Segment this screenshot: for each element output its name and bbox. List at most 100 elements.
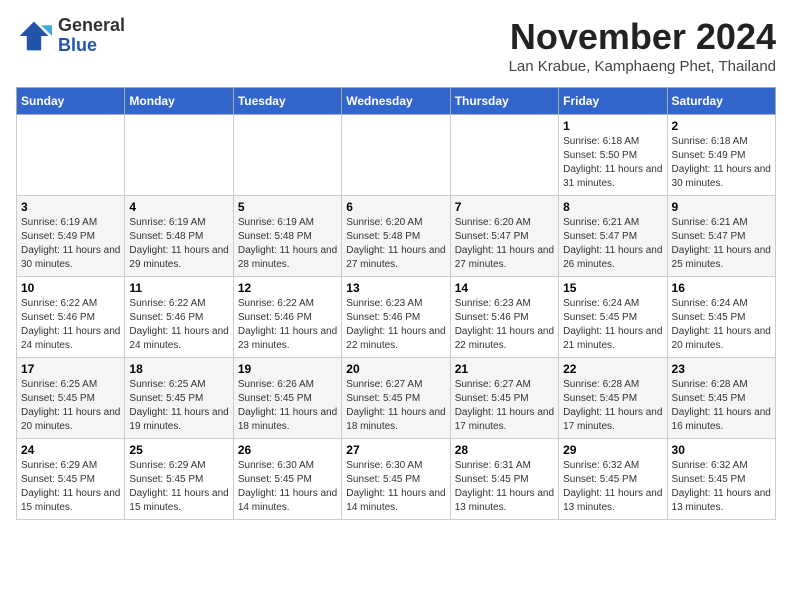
calendar-cell-2-4: 6 Sunrise: 6:20 AM Sunset: 5:48 PM Daylig… xyxy=(342,196,450,277)
day-number: 28 xyxy=(455,443,554,457)
calendar-cell-4-4: 20 Sunrise: 6:27 AM Sunset: 5:45 PM Dayli… xyxy=(342,358,450,439)
day-number: 29 xyxy=(563,443,662,457)
calendar-cell-4-6: 22 Sunrise: 6:28 AM Sunset: 5:45 PM Dayli… xyxy=(559,358,667,439)
day-info: Sunrise: 6:31 AM Sunset: 5:45 PM Dayligh… xyxy=(455,459,554,515)
day-number: 5 xyxy=(238,200,337,214)
day-info: Sunrise: 6:21 AM Sunset: 5:47 PM Dayligh… xyxy=(563,216,662,272)
day-info: Sunrise: 6:25 AM Sunset: 5:45 PM Dayligh… xyxy=(129,378,228,434)
day-info: Sunrise: 6:21 AM Sunset: 5:47 PM Dayligh… xyxy=(672,216,771,272)
day-info: Sunrise: 6:19 AM Sunset: 5:48 PM Dayligh… xyxy=(129,216,228,272)
logo-text: General Blue xyxy=(58,16,125,56)
calendar-cell-4-2: 18 Sunrise: 6:25 AM Sunset: 5:45 PM Dayli… xyxy=(125,358,233,439)
calendar-cell-4-7: 23 Sunrise: 6:28 AM Sunset: 5:45 PM Dayli… xyxy=(667,358,775,439)
day-number: 12 xyxy=(238,281,337,295)
day-number: 27 xyxy=(346,443,445,457)
day-number: 17 xyxy=(21,362,120,376)
calendar-cell-2-7: 9Sunrise: 6:21 AM Sunset: 5:47 PM Daylig… xyxy=(667,196,775,277)
day-info: Sunrise: 6:25 AM Sunset: 5:45 PM Dayligh… xyxy=(21,378,120,434)
day-number: 14 xyxy=(455,281,554,295)
day-number: 21 xyxy=(455,362,554,376)
logo-general-text: General xyxy=(58,16,125,36)
day-number: 19 xyxy=(238,362,337,376)
calendar-cell-4-5: 21 Sunrise: 6:27 AM Sunset: 5:45 PM Dayli… xyxy=(450,358,558,439)
weekday-header-row: SundayMondayTuesdayWednesdayThursdayFrid… xyxy=(17,88,776,115)
calendar-cell-2-2: 4 Sunrise: 6:19 AM Sunset: 5:48 PM Daylig… xyxy=(125,196,233,277)
calendar-cell-2-3: 5 Sunrise: 6:19 AM Sunset: 5:48 PM Daylig… xyxy=(233,196,341,277)
calendar-cell-3-3: 12Sunrise: 6:22 AM Sunset: 5:46 PM Dayli… xyxy=(233,277,341,358)
day-number: 13 xyxy=(346,281,445,295)
day-number: 25 xyxy=(129,443,228,457)
calendar-cell-1-7: 2Sunrise: 6:18 AM Sunset: 5:49 PM Daylig… xyxy=(667,115,775,196)
calendar-cell-3-4: 13Sunrise: 6:23 AM Sunset: 5:46 PM Dayli… xyxy=(342,277,450,358)
day-info: Sunrise: 6:32 AM Sunset: 5:45 PM Dayligh… xyxy=(563,459,662,515)
day-info: Sunrise: 6:27 AM Sunset: 5:45 PM Dayligh… xyxy=(455,378,554,434)
weekday-header-friday: Friday xyxy=(559,88,667,115)
title-area: November 2024 Lan Krabue, Kamphaeng Phet… xyxy=(509,16,776,75)
day-number: 20 xyxy=(346,362,445,376)
day-number: 16 xyxy=(672,281,771,295)
day-info: Sunrise: 6:18 AM Sunset: 5:50 PM Dayligh… xyxy=(563,135,662,191)
calendar-cell-1-1 xyxy=(17,115,125,196)
day-number: 18 xyxy=(129,362,228,376)
day-info: Sunrise: 6:29 AM Sunset: 5:45 PM Dayligh… xyxy=(21,459,120,515)
week-row-5: 24 Sunrise: 6:29 AM Sunset: 5:45 PM Dayli… xyxy=(17,439,776,520)
day-number: 23 xyxy=(672,362,771,376)
location-title: Lan Krabue, Kamphaeng Phet, Thailand xyxy=(509,58,776,75)
calendar-cell-3-6: 15Sunrise: 6:24 AM Sunset: 5:45 PM Dayli… xyxy=(559,277,667,358)
week-row-4: 17 Sunrise: 6:25 AM Sunset: 5:45 PM Dayli… xyxy=(17,358,776,439)
day-number: 7 xyxy=(455,200,554,214)
calendar-cell-2-6: 8 Sunrise: 6:21 AM Sunset: 5:47 PM Daylig… xyxy=(559,196,667,277)
weekday-header-wednesday: Wednesday xyxy=(342,88,450,115)
calendar-cell-5-1: 24 Sunrise: 6:29 AM Sunset: 5:45 PM Dayli… xyxy=(17,439,125,520)
day-info: Sunrise: 6:24 AM Sunset: 5:45 PM Dayligh… xyxy=(672,297,771,353)
month-title: November 2024 xyxy=(509,16,776,58)
day-number: 8 xyxy=(563,200,662,214)
day-info: Sunrise: 6:23 AM Sunset: 5:46 PM Dayligh… xyxy=(455,297,554,353)
calendar-cell-4-1: 17 Sunrise: 6:25 AM Sunset: 5:45 PM Dayli… xyxy=(17,358,125,439)
day-number: 10 xyxy=(21,281,120,295)
logo: General Blue xyxy=(16,16,125,56)
day-number: 6 xyxy=(346,200,445,214)
day-number: 1 xyxy=(563,119,662,133)
day-info: Sunrise: 6:20 AM Sunset: 5:48 PM Dayligh… xyxy=(346,216,445,272)
calendar-cell-2-5: 7 Sunrise: 6:20 AM Sunset: 5:47 PM Daylig… xyxy=(450,196,558,277)
day-info: Sunrise: 6:19 AM Sunset: 5:48 PM Dayligh… xyxy=(238,216,337,272)
day-info: Sunrise: 6:28 AM Sunset: 5:45 PM Dayligh… xyxy=(563,378,662,434)
week-row-2: 3 Sunrise: 6:19 AM Sunset: 5:49 PM Daylig… xyxy=(17,196,776,277)
day-info: Sunrise: 6:22 AM Sunset: 5:46 PM Dayligh… xyxy=(21,297,120,353)
day-info: Sunrise: 6:30 AM Sunset: 5:45 PM Dayligh… xyxy=(238,459,337,515)
calendar-cell-5-5: 28 Sunrise: 6:31 AM Sunset: 5:45 PM Dayli… xyxy=(450,439,558,520)
calendar-cell-5-6: 29 Sunrise: 6:32 AM Sunset: 5:45 PM Dayli… xyxy=(559,439,667,520)
calendar-cell-4-3: 19Sunrise: 6:26 AM Sunset: 5:45 PM Dayli… xyxy=(233,358,341,439)
day-info: Sunrise: 6:28 AM Sunset: 5:45 PM Dayligh… xyxy=(672,378,771,434)
calendar-cell-5-7: 30Sunrise: 6:32 AM Sunset: 5:45 PM Dayli… xyxy=(667,439,775,520)
weekday-header-saturday: Saturday xyxy=(667,88,775,115)
day-info: Sunrise: 6:22 AM Sunset: 5:46 PM Dayligh… xyxy=(129,297,228,353)
weekday-header-sunday: Sunday xyxy=(17,88,125,115)
day-info: Sunrise: 6:30 AM Sunset: 5:45 PM Dayligh… xyxy=(346,459,445,515)
day-number: 11 xyxy=(129,281,228,295)
day-number: 24 xyxy=(21,443,120,457)
day-number: 3 xyxy=(21,200,120,214)
day-info: Sunrise: 6:19 AM Sunset: 5:49 PM Dayligh… xyxy=(21,216,120,272)
day-number: 22 xyxy=(563,362,662,376)
day-info: Sunrise: 6:18 AM Sunset: 5:49 PM Dayligh… xyxy=(672,135,771,191)
calendar-table: SundayMondayTuesdayWednesdayThursdayFrid… xyxy=(16,87,776,520)
day-number: 4 xyxy=(129,200,228,214)
weekday-header-monday: Monday xyxy=(125,88,233,115)
day-info: Sunrise: 6:20 AM Sunset: 5:47 PM Dayligh… xyxy=(455,216,554,272)
weekday-header-thursday: Thursday xyxy=(450,88,558,115)
day-info: Sunrise: 6:29 AM Sunset: 5:45 PM Dayligh… xyxy=(129,459,228,515)
calendar-cell-3-1: 10 Sunrise: 6:22 AM Sunset: 5:46 PM Dayli… xyxy=(17,277,125,358)
calendar-cell-3-2: 11 Sunrise: 6:22 AM Sunset: 5:46 PM Dayli… xyxy=(125,277,233,358)
logo-icon xyxy=(16,18,52,54)
calendar-cell-2-1: 3 Sunrise: 6:19 AM Sunset: 5:49 PM Daylig… xyxy=(17,196,125,277)
calendar-cell-1-6: 1 Sunrise: 6:18 AM Sunset: 5:50 PM Daylig… xyxy=(559,115,667,196)
calendar-cell-5-4: 27 Sunrise: 6:30 AM Sunset: 5:45 PM Dayli… xyxy=(342,439,450,520)
weekday-header-tuesday: Tuesday xyxy=(233,88,341,115)
logo-blue-text: Blue xyxy=(58,36,125,56)
day-number: 30 xyxy=(672,443,771,457)
day-info: Sunrise: 6:27 AM Sunset: 5:45 PM Dayligh… xyxy=(346,378,445,434)
calendar-cell-3-5: 14 Sunrise: 6:23 AM Sunset: 5:46 PM Dayli… xyxy=(450,277,558,358)
calendar-cell-5-3: 26Sunrise: 6:30 AM Sunset: 5:45 PM Dayli… xyxy=(233,439,341,520)
